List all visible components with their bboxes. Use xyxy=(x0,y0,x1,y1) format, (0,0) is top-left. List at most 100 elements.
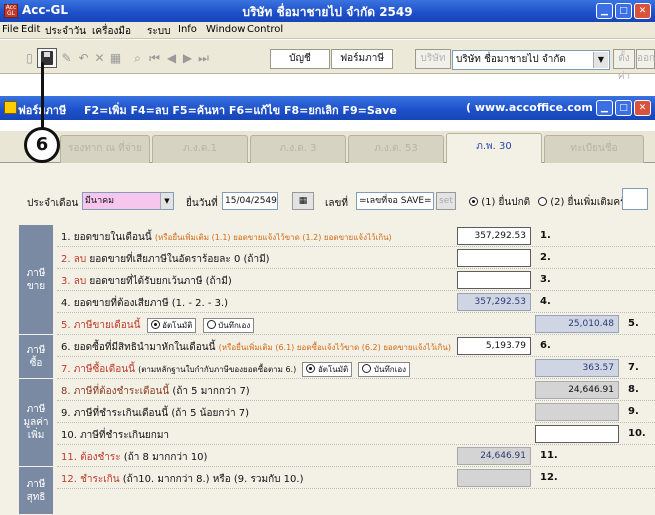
tab-bar: รองทาก ณ ที่จ่าย ภ.ง.ด.1 ภ.ง.ด. 3 ภ.ง.ด.… xyxy=(0,131,655,163)
number-input[interactable]: =เลขที่จอ SAVE= xyxy=(356,192,434,210)
row-number: 7. xyxy=(628,362,639,373)
menu-file[interactable]: File xyxy=(2,24,19,35)
company-select[interactable]: บริษัท ชื่อมาชายไป จำกัด ▼ xyxy=(452,50,610,70)
toolbar: ▯ ✎ ↶ ✕ ▦ ⌕ ⏮ ◀ ▶ ⏭ บัญชี ฟอร์มภาษี บริษ… xyxy=(0,40,655,82)
website-url: ( www.accoffice.com ) xyxy=(466,101,602,114)
chevron-down-icon[interactable]: ▼ xyxy=(160,193,173,209)
undo-icon[interactable]: ↶ xyxy=(76,49,91,67)
row-label-red: 8. ภาษีที่ต้องชำระเดือนนี้ xyxy=(61,386,170,397)
company-button[interactable]: บริษัท xyxy=(415,49,451,69)
radio-normal-label: (1) ยื่นปกติ xyxy=(481,197,531,208)
additional-count-input[interactable] xyxy=(622,188,648,210)
table-row: 1. ยอดขายในเดือนนี้ (หรือยื่นเพิ่มเติม (… xyxy=(57,225,655,247)
set-button[interactable]: set xyxy=(436,192,456,210)
exit-button[interactable]: ออก xyxy=(636,49,655,69)
purchase-amount-input[interactable]: 5,193.79 xyxy=(457,337,531,355)
row-number: 1. xyxy=(540,230,551,241)
next-record-icon[interactable]: ▶ xyxy=(180,49,195,67)
close-button[interactable]: ✕ xyxy=(634,3,651,19)
tax-payable-value: 24,646.91 xyxy=(535,381,619,399)
menu-tools[interactable]: เครื่องมือ xyxy=(92,24,131,39)
auto-option[interactable]: อัตโนมัติ xyxy=(302,362,353,377)
inner-minimize-button[interactable]: ▁ xyxy=(596,100,613,116)
last-record-icon[interactable]: ⏭ xyxy=(196,49,211,67)
amount-due-value: 24,646.91 xyxy=(457,447,531,465)
minimize-button[interactable]: ▁ xyxy=(596,3,613,19)
search-icon[interactable]: ⌕ xyxy=(130,49,145,67)
calendar-icon[interactable]: ▦ xyxy=(292,192,314,210)
row-note: (หรือยื่นเพิ่มเติม (6.1) ยอดซื้อแจ้งไว้ข… xyxy=(218,343,452,352)
auto-option-label: อัตโนมัติ xyxy=(162,321,193,330)
radio-normal[interactable]: (1) ยื่นปกติ xyxy=(469,195,530,210)
row-label: 8. ภาษีที่ต้องชำระเดือนนี้ (ถ้า 5 มากกว่… xyxy=(61,384,250,399)
section-vat-label: ภาษี มูลค่า เพิ่ม xyxy=(23,404,49,441)
tab-pp30[interactable]: ภ.พ. 30 xyxy=(446,133,542,163)
menu-system[interactable]: ระบบ xyxy=(147,24,170,39)
row-label-text: 1. ยอดขายในเดือนนี้ xyxy=(61,232,152,243)
maximize-button[interactable]: □ xyxy=(615,3,632,19)
manual-radio[interactable] xyxy=(362,364,372,373)
month-select[interactable]: มีนาคม ▼ xyxy=(82,192,174,210)
row-number: 5. xyxy=(628,318,639,329)
prev-record-icon[interactable]: ◀ xyxy=(164,49,179,67)
overpaid-brought-forward-input[interactable] xyxy=(535,425,619,443)
row-label-red: 3. ลบ xyxy=(61,276,87,287)
tab-pnd1[interactable]: ภ.ง.ด.1 xyxy=(152,135,248,163)
tab-pnd53[interactable]: ภ.ง.ด. 53 xyxy=(348,135,444,163)
row-number: 6. xyxy=(540,340,551,351)
exempt-sales-input[interactable] xyxy=(457,271,531,289)
tab-register[interactable]: ทะเบียนชื่อ xyxy=(544,135,644,163)
section-sales-tax: ภาษี ขาย xyxy=(19,225,53,335)
row-label-text: 6. ยอดซื้อที่มีสิทธินำมาหักในเดือนนี้ xyxy=(61,342,216,353)
row-label-red: 5. ภาษีขายเดือนนี้ xyxy=(61,320,141,331)
menu-bar: File Edit ประจำวัน เครื่องมือ ระบบ Info … xyxy=(0,22,655,39)
menu-control[interactable]: Control xyxy=(247,24,283,35)
table-row: 6. ยอดซื้อที่มีสิทธินำมาหักในเดือนนี้ (ห… xyxy=(57,335,655,357)
section-vat: ภาษี มูลค่า เพิ่ม xyxy=(19,379,53,467)
sales-tax-value: 25,010.48 xyxy=(535,315,619,333)
menu-info[interactable]: Info xyxy=(178,24,197,35)
row-label-rest: (ถ้า 8 มากกว่า 10) xyxy=(123,452,208,463)
menu-window[interactable]: Window xyxy=(206,24,245,35)
menu-daily[interactable]: ประจำวัน xyxy=(45,24,86,39)
row-number: 3. xyxy=(540,274,551,285)
delete-icon[interactable]: ✕ xyxy=(92,49,107,67)
callout-marker: 6 xyxy=(24,127,60,163)
chevron-down-icon[interactable]: ▼ xyxy=(593,52,608,68)
month-label: ประจำเดือน xyxy=(27,198,79,209)
manual-radio[interactable] xyxy=(206,320,216,329)
auto-option[interactable]: อัตโนมัติ xyxy=(146,318,197,333)
radio-additional-dot[interactable] xyxy=(538,197,547,206)
number-label: เลขที่ xyxy=(325,198,348,209)
new-icon[interactable]: ▯ xyxy=(22,49,37,67)
title-bar: Acc GL Acc-GL บริษัท ชื่อมาชายไป จำกัด 2… xyxy=(0,0,655,22)
radio-normal-dot[interactable] xyxy=(469,197,478,206)
manual-option[interactable]: บันทึกเอง xyxy=(202,318,255,333)
file-date-input[interactable]: 15/04/2549 xyxy=(222,192,278,210)
menu-edit[interactable]: Edit xyxy=(21,24,40,35)
sales-amount-input[interactable]: 357,292.53 xyxy=(457,227,531,245)
account-button[interactable]: บัญชี xyxy=(270,49,330,69)
row-label: 5. ภาษีขายเดือนนี้ อัตโนมัติ บันทึกเอง xyxy=(61,318,255,333)
manual-option-label: บันทึกเอง xyxy=(218,321,251,330)
tab-withholding[interactable]: รองทาก ณ ที่จ่าย xyxy=(60,135,150,163)
auto-radio[interactable] xyxy=(150,320,160,329)
row-label-red: 7. ภาษีซื้อเดือนนี้ xyxy=(61,364,135,375)
inner-maximize-button[interactable]: □ xyxy=(615,100,632,116)
row-number: 11. xyxy=(540,450,558,461)
tax-overpaid-value xyxy=(535,403,619,421)
tab-pnd3[interactable]: ภ.ง.ด. 3 xyxy=(250,135,346,163)
manual-option[interactable]: บันทึกเอง xyxy=(358,362,411,377)
row-number: 8. xyxy=(628,384,639,395)
table-row: 12. ชำระเกิน (ถ้า10. มากกว่า 8.) หรือ (9… xyxy=(57,467,655,489)
auto-radio[interactable] xyxy=(306,364,316,373)
edit-icon[interactable]: ✎ xyxy=(59,49,74,67)
table-row: 7. ภาษีซื้อเดือนนี้ (ตามหลักฐานใบกำกับภา… xyxy=(57,357,655,379)
settings-button[interactable]: ตั้งค่า xyxy=(613,49,635,82)
tax-form-button[interactable]: ฟอร์มภาษี xyxy=(331,49,393,69)
calc-icon[interactable]: ▦ xyxy=(108,49,123,67)
zero-rate-sales-input[interactable] xyxy=(457,249,531,267)
first-record-icon[interactable]: ⏮ xyxy=(147,49,162,67)
inner-close-button[interactable]: ✕ xyxy=(634,100,651,116)
save-icon[interactable] xyxy=(37,48,57,68)
